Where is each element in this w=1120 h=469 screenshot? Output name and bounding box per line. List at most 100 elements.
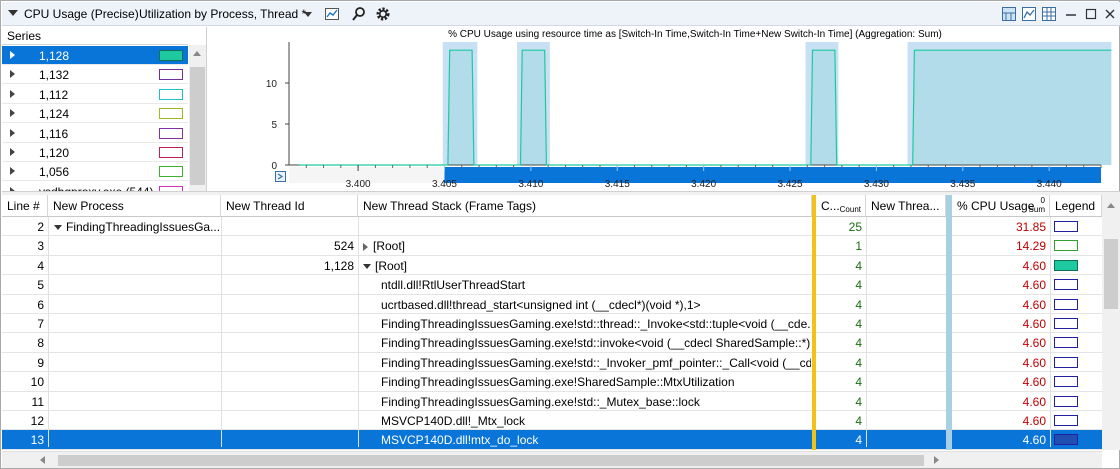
series-item[interactable]: vsdbgproxy.exe (544) xyxy=(2,182,188,191)
table-graph-view-icon[interactable] xyxy=(1001,6,1017,22)
expand-arrow-icon[interactable] xyxy=(363,243,368,252)
series-color-swatch[interactable] xyxy=(159,166,183,178)
column-header[interactable]: Line # xyxy=(2,195,48,217)
series-item[interactable]: 1,112 xyxy=(2,85,188,104)
table-row[interactable]: 9 FindingThreadingIssuesGaming.exe!std::_… xyxy=(2,353,1102,373)
legend-swatch[interactable] xyxy=(1054,259,1078,271)
key-column-separator[interactable] xyxy=(812,195,816,450)
legend-swatch[interactable] xyxy=(1054,395,1078,407)
new-thread-cell xyxy=(868,430,946,449)
table-row[interactable]: 5 ntdll.dll!RtlUserThreadStart 4 4.60 xyxy=(2,275,1102,295)
series-item[interactable]: 1,116 xyxy=(2,124,188,143)
count-cell: 4 xyxy=(855,297,862,312)
legend-swatch[interactable] xyxy=(1054,318,1078,329)
series-item[interactable]: 1,128 xyxy=(2,46,188,65)
column-header[interactable]: New Threa... xyxy=(866,195,946,217)
table-vertical-scrollbar[interactable] xyxy=(1102,195,1120,450)
table-row[interactable]: 10 FindingThreadingIssuesGaming.exe!Share… xyxy=(2,372,1102,392)
thread-id-cell xyxy=(221,314,358,333)
legend-swatch[interactable] xyxy=(1054,356,1078,368)
legend-swatch[interactable] xyxy=(1054,415,1078,426)
process-name: FindingThreadingIssuesGa... xyxy=(66,220,219,234)
new-thread-cell xyxy=(868,353,946,372)
expand-icon[interactable] xyxy=(10,167,15,176)
series-item[interactable]: 1,124 xyxy=(2,104,188,124)
series-item[interactable]: 1,132 xyxy=(2,65,188,85)
minimize-icon[interactable] xyxy=(1063,6,1079,22)
table-row[interactable]: 3 524 [Root] 1 14.29 xyxy=(2,236,1102,256)
stack-cell: FindingThreadingIssuesGaming.exe!SharedS… xyxy=(381,372,811,391)
table-row[interactable]: 11 FindingThreadingIssuesGaming.exe!std::… xyxy=(2,392,1102,411)
collapse-chevron-icon[interactable] xyxy=(8,10,18,16)
scroll-up-icon[interactable] xyxy=(193,51,201,56)
scroll-up-icon[interactable] xyxy=(1107,203,1115,208)
thread-id-cell xyxy=(221,411,358,430)
series-scrollbar[interactable] xyxy=(189,45,206,191)
legend-swatch[interactable] xyxy=(1054,337,1078,349)
table-horizontal-scrollbar[interactable] xyxy=(2,451,1102,468)
column-header[interactable]: New Thread Stack (Frame Tags) xyxy=(358,195,812,217)
scroll-left-icon[interactable] xyxy=(40,456,45,464)
table-row[interactable]: 12 MSVCP140D.dll!_Mtx_lock 4 4.60 xyxy=(2,411,1102,431)
series-color-swatch[interactable] xyxy=(159,127,183,139)
stack-cell: ntdll.dll!RtlUserThreadStart xyxy=(381,275,811,294)
series-color-swatch[interactable] xyxy=(159,147,183,158)
series-color-swatch[interactable] xyxy=(159,108,183,120)
table-row[interactable]: 7 FindingThreadingIssuesGaming.exe!std::t… xyxy=(2,314,1102,334)
stack-frame: FindingThreadingIssuesGaming.exe!std::_I… xyxy=(381,355,811,370)
legend-swatch[interactable] xyxy=(1054,221,1078,232)
collapse-arrow-icon[interactable] xyxy=(363,264,371,270)
collapse-arrow-icon[interactable] xyxy=(54,225,62,231)
column-header[interactable]: New Process xyxy=(48,195,221,217)
gear-icon[interactable] xyxy=(375,6,391,22)
expand-icon[interactable] xyxy=(10,70,15,79)
preset-selector[interactable]: Utilization by Process, Thread * xyxy=(139,7,306,21)
scroll-thumb[interactable] xyxy=(190,67,205,185)
graph-only-icon[interactable] xyxy=(1021,6,1037,22)
column-header[interactable]: C... Count xyxy=(816,195,866,217)
zoom-to-selection-icon[interactable] xyxy=(275,171,286,182)
legend-swatch[interactable] xyxy=(1054,279,1078,291)
column-divider xyxy=(866,217,867,447)
expand-icon[interactable] xyxy=(10,51,15,59)
table-row[interactable]: 8 FindingThreadingIssuesGaming.exe!std::i… xyxy=(2,333,1102,353)
series-item[interactable]: 1,120 xyxy=(2,143,188,162)
expand-icon[interactable] xyxy=(10,109,15,118)
count-cell: 4 xyxy=(855,336,862,351)
expand-icon[interactable] xyxy=(10,148,15,156)
chart-icon[interactable] xyxy=(324,6,340,22)
expand-icon[interactable] xyxy=(10,89,15,98)
cpu-usage-chart[interactable]: % CPU Usage using resource time as [Swit… xyxy=(208,27,1120,191)
series-color-swatch[interactable] xyxy=(159,50,183,61)
graph-column-separator[interactable] xyxy=(946,195,952,450)
table-row[interactable]: 13 MSVCP140D.dll!mtx_do_lock 4 4.60 xyxy=(2,430,1102,450)
legend-swatch[interactable] xyxy=(1054,240,1078,252)
thread-id-cell xyxy=(221,392,358,411)
scroll-thumb[interactable] xyxy=(1104,239,1118,309)
search-icon[interactable] xyxy=(351,6,367,22)
stack-cell: [Root] xyxy=(363,236,811,255)
legend-swatch[interactable] xyxy=(1054,298,1078,310)
legend-swatch[interactable] xyxy=(1054,376,1078,388)
scroll-thumb[interactable] xyxy=(58,455,924,466)
graph-area[interactable]: % CPU Usage using resource time as [Swit… xyxy=(208,27,1120,191)
series-item[interactable]: 1,056 xyxy=(2,162,188,182)
graph-title: CPU Usage (Precise) xyxy=(24,7,139,21)
scroll-right-icon[interactable] xyxy=(934,456,939,464)
column-header[interactable]: New Thread Id xyxy=(221,195,358,217)
maximize-icon[interactable] xyxy=(1083,6,1099,22)
table-only-icon[interactable] xyxy=(1041,6,1057,22)
thread-id-cell xyxy=(221,372,358,391)
column-header[interactable]: Legend xyxy=(1050,195,1102,217)
column-header[interactable]: % CPU Usage Sum 0 xyxy=(952,195,1050,217)
legend-swatch[interactable] xyxy=(1054,434,1078,446)
preset-dropdown-icon[interactable] xyxy=(304,12,312,17)
expand-icon[interactable] xyxy=(10,128,15,137)
thread-id-cell xyxy=(221,353,358,372)
series-color-swatch[interactable] xyxy=(159,69,183,81)
table-row[interactable]: 4 1,128 [Root] 4 4.60 xyxy=(2,256,1102,276)
table-row[interactable]: 2 FindingThreadingIssuesGa... 25 31.85 xyxy=(2,217,1102,237)
table-row[interactable]: 6 ucrtbased.dll!thread_start<unsigned int… xyxy=(2,295,1102,314)
series-color-swatch[interactable] xyxy=(159,88,183,100)
close-icon[interactable] xyxy=(1102,6,1118,22)
